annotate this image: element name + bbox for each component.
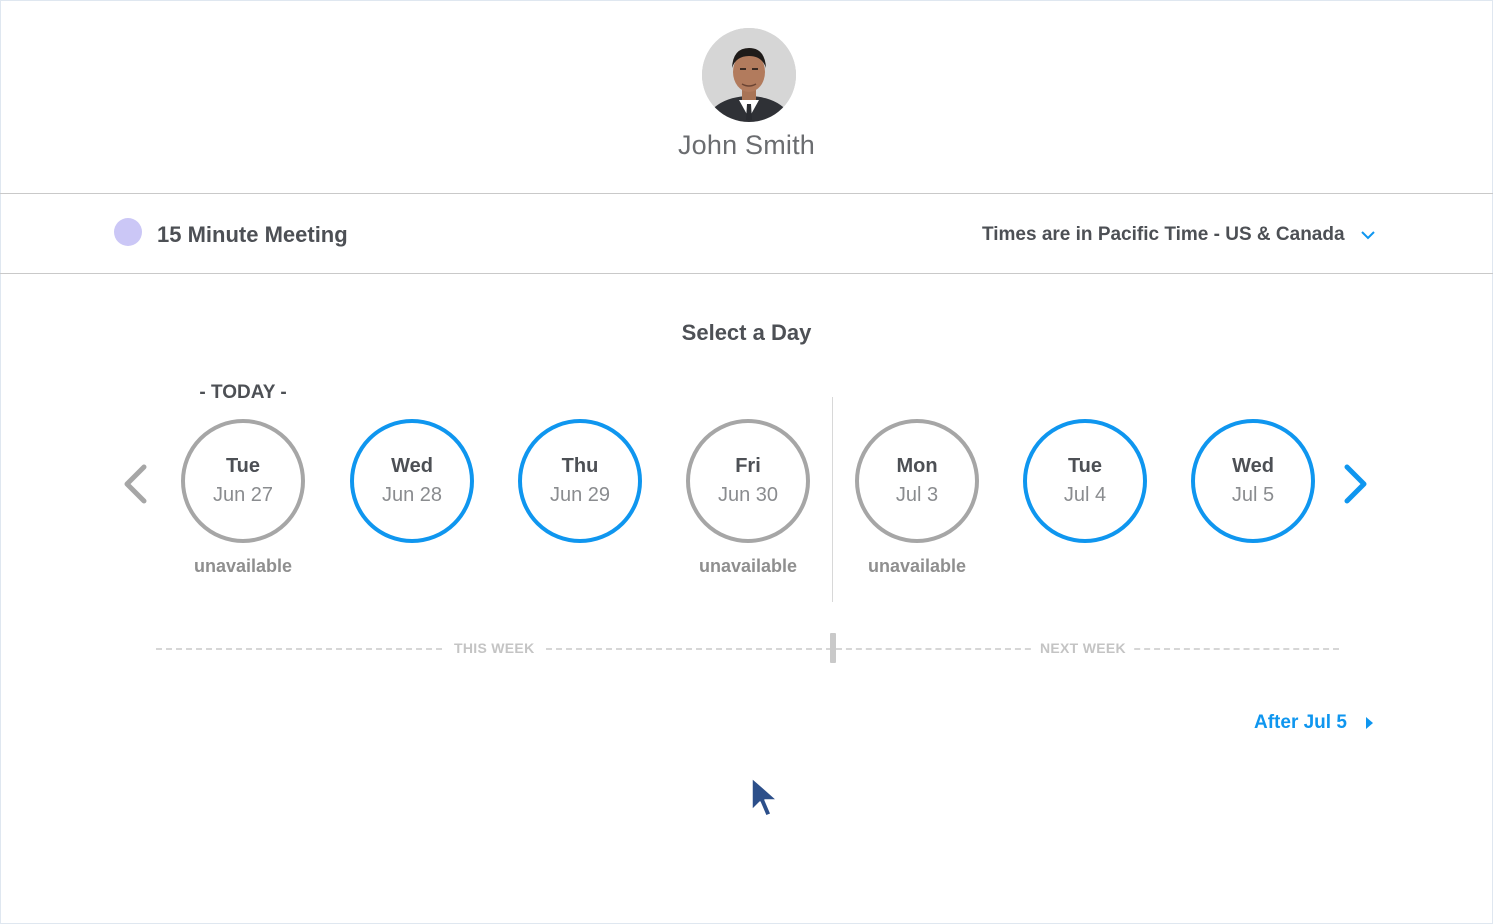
avatar bbox=[702, 28, 796, 122]
timezone-label: Times are in Pacific Time - US & Canada bbox=[982, 224, 1345, 245]
profile-name: John Smith bbox=[677, 130, 816, 160]
day-date: Jul 5 bbox=[1231, 484, 1275, 506]
day-date: Jun 30 bbox=[717, 484, 779, 506]
chevron-right-icon[interactable] bbox=[1343, 464, 1369, 504]
timezone-selector[interactable]: Times are in Pacific Time - US & Canada bbox=[982, 222, 1375, 248]
event-color-dot bbox=[114, 218, 142, 246]
avatar-photo bbox=[702, 28, 796, 122]
select-day-heading: Select a Day bbox=[681, 320, 812, 345]
day-date: Jul 4 bbox=[1063, 484, 1107, 506]
day-fri-jun-30: Fri Jun 30 bbox=[686, 419, 810, 543]
caret-right-icon bbox=[1365, 717, 1373, 729]
day-tue-jul-4[interactable]: Tue Jul 4 bbox=[1023, 419, 1147, 543]
day-date: Jun 28 bbox=[381, 484, 443, 506]
day-date: Jul 3 bbox=[895, 484, 939, 506]
event-title: 15 Minute Meeting bbox=[157, 222, 348, 247]
next-week-label: NEXT WEEK bbox=[1032, 640, 1134, 656]
event-bar-divider bbox=[0, 273, 1493, 274]
chevron-left-icon[interactable] bbox=[122, 464, 148, 504]
day-weekday: Thu bbox=[561, 455, 599, 477]
header-divider bbox=[0, 193, 1493, 194]
day-weekday: Fri bbox=[735, 455, 761, 477]
day-mon-jul-3: Mon Jul 3 bbox=[855, 419, 979, 543]
day-weekday: Mon bbox=[896, 455, 938, 477]
mouse-pointer-icon bbox=[751, 777, 778, 817]
day-weekday: Wed bbox=[1232, 455, 1274, 477]
chevron-down-icon bbox=[1360, 231, 1375, 240]
day-tue-jun-27: Tue Jun 27 bbox=[181, 419, 305, 543]
this-week-label: THIS WEEK bbox=[446, 640, 543, 656]
unavailable-note: unavailable bbox=[193, 556, 293, 576]
day-weekday: Wed bbox=[391, 455, 433, 477]
day-thu-jun-29[interactable]: Thu Jun 29 bbox=[518, 419, 642, 543]
day-date: Jun 27 bbox=[212, 484, 274, 506]
after-date-link[interactable]: After Jul 5 bbox=[1254, 712, 1374, 734]
unavailable-note: unavailable bbox=[867, 556, 967, 576]
day-weekday: Tue bbox=[225, 455, 261, 477]
week-divider bbox=[832, 397, 833, 602]
after-date-label: After Jul 5 bbox=[1254, 712, 1347, 733]
today-label: - TODAY - bbox=[199, 382, 287, 403]
day-weekday: Tue bbox=[1067, 455, 1103, 477]
day-wed-jun-28[interactable]: Wed Jun 28 bbox=[350, 419, 474, 543]
day-date: Jun 29 bbox=[549, 484, 611, 506]
unavailable-note: unavailable bbox=[698, 556, 798, 576]
week-slider-handle[interactable] bbox=[830, 633, 836, 663]
day-wed-jul-5[interactable]: Wed Jul 5 bbox=[1191, 419, 1315, 543]
